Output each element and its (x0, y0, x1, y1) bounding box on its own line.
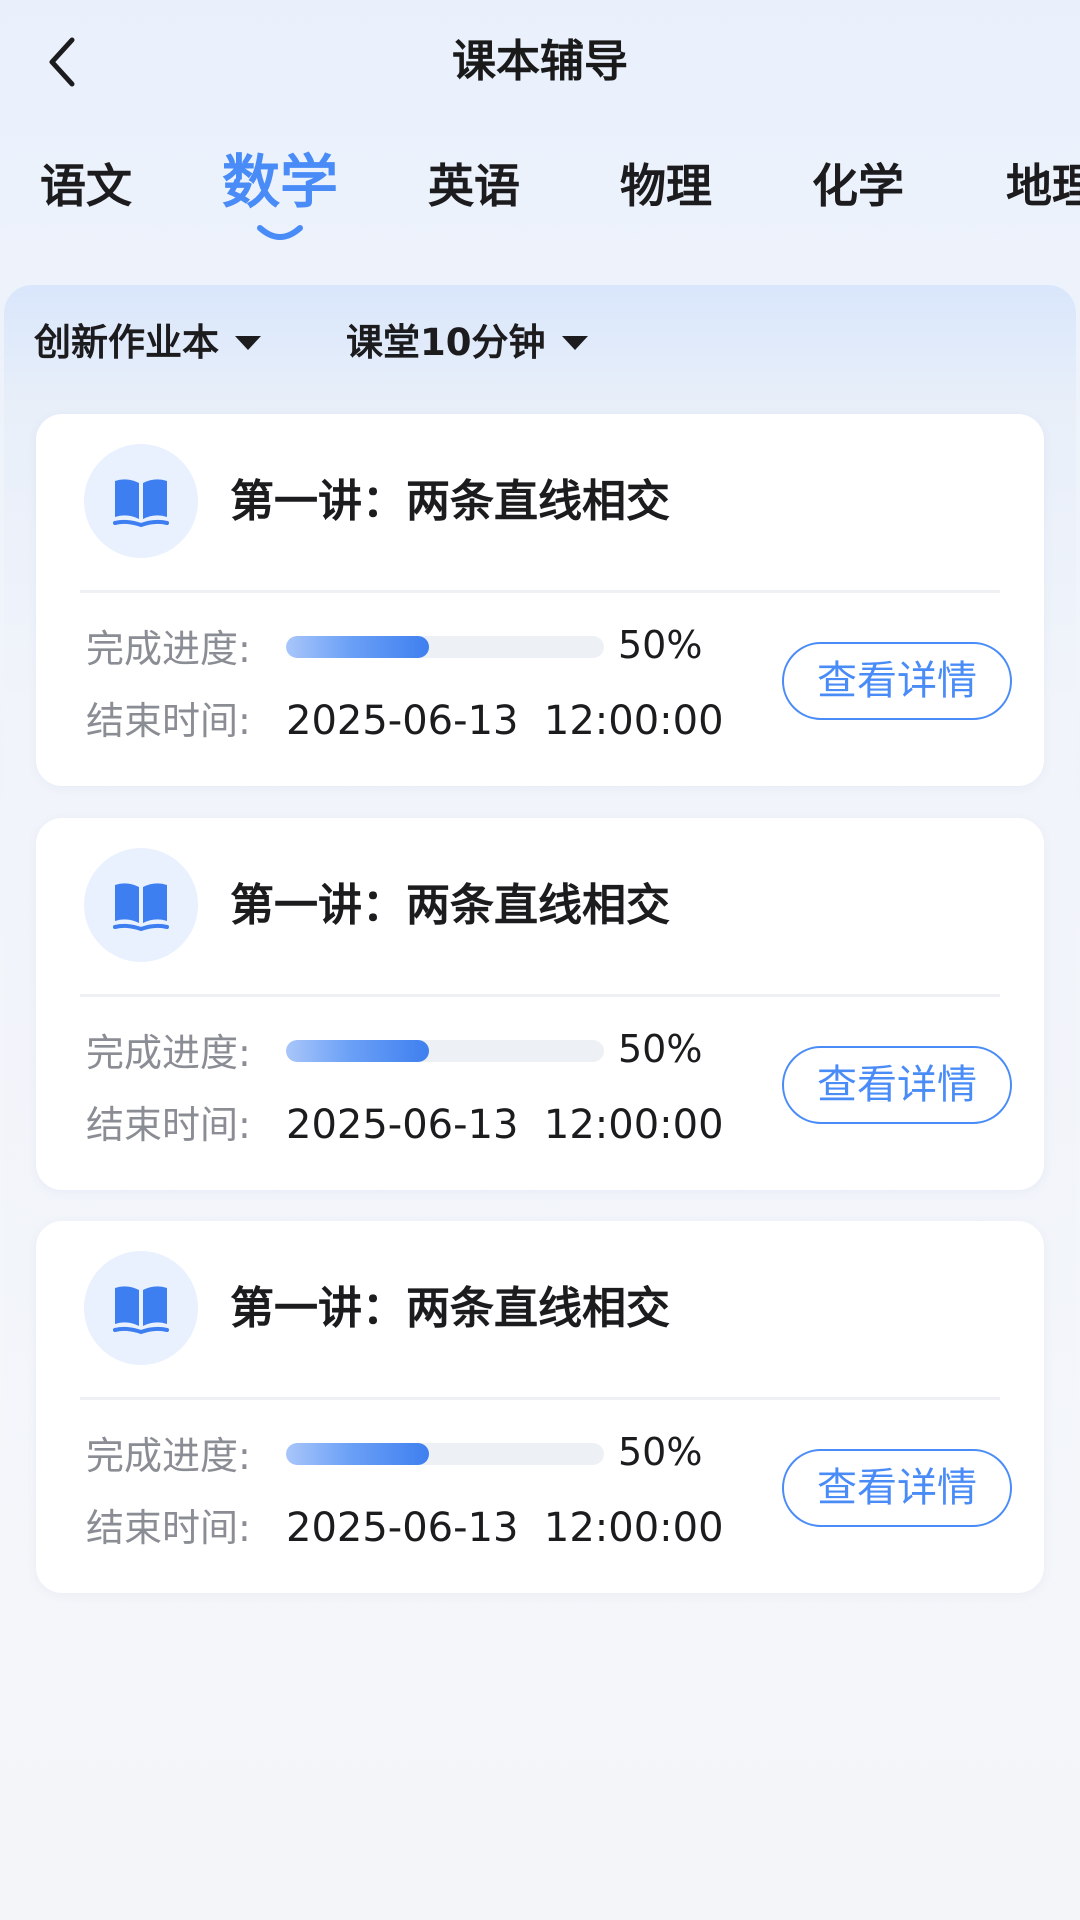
tab-english[interactable]: 英语 (428, 140, 520, 260)
lesson-title: 第一讲：两条直线相交 (230, 476, 670, 527)
tab-chinese[interactable]: 语文 (40, 140, 132, 260)
tab-label: 地理 (1006, 159, 1080, 213)
progress-fill (286, 636, 430, 658)
divider (80, 590, 1000, 593)
tab-label: 数学 (222, 148, 339, 216)
end-time-value: 2025-06-13 12:00:00 (286, 1505, 724, 1551)
progress-bar (286, 636, 604, 658)
lesson-card: 第一讲：两条直线相交 完成进度: 50% 结束时间: 2025-06-13 12… (36, 818, 1044, 1190)
end-time-label: 结束时间: (86, 699, 251, 743)
view-details-button[interactable]: 查看详情 (782, 642, 1012, 720)
progress-bar (286, 1040, 604, 1062)
tab-physics[interactable]: 物理 (620, 140, 712, 260)
active-tab-indicator (257, 225, 303, 240)
progress-bar (286, 1443, 604, 1465)
end-time-label: 结束时间: (86, 1506, 251, 1550)
filter-label: 创新作业本 (34, 321, 219, 364)
header: 课本辅导 (0, 0, 1080, 124)
filter-lesson-dropdown[interactable]: 课堂10分钟 (346, 313, 588, 373)
open-book-icon (84, 848, 198, 962)
tab-label: 英语 (428, 159, 520, 213)
filter-label: 课堂10分钟 (346, 321, 546, 364)
tab-label: 化学 (812, 159, 904, 213)
progress-label: 完成进度: (86, 1031, 251, 1075)
open-book-icon (84, 444, 198, 558)
progress-percent: 50% (618, 623, 703, 667)
lesson-title: 第一讲：两条直线相交 (230, 880, 670, 931)
lesson-card: 第一讲：两条直线相交 完成进度: 50% 结束时间: 2025-06-13 12… (36, 1221, 1044, 1593)
page-title: 课本辅导 (452, 36, 628, 87)
filter-workbook-dropdown[interactable]: 创新作业本 (34, 313, 261, 373)
tab-chemistry[interactable]: 化学 (812, 140, 904, 260)
tab-geography[interactable]: 地理 (1006, 140, 1080, 260)
caret-down-icon (561, 335, 588, 350)
divider (80, 994, 1000, 997)
view-details-button[interactable]: 查看详情 (782, 1046, 1012, 1124)
open-book-icon (84, 1251, 198, 1365)
progress-label: 完成进度: (86, 1434, 251, 1478)
end-time-label: 结束时间: (86, 1103, 251, 1147)
end-time-value: 2025-06-13 12:00:00 (286, 1102, 724, 1148)
progress-percent: 50% (618, 1027, 703, 1071)
lesson-title: 第一讲：两条直线相交 (230, 1283, 670, 1334)
lesson-card: 第一讲：两条直线相交 完成进度: 50% 结束时间: 2025-06-13 12… (36, 414, 1044, 786)
progress-percent: 50% (618, 1430, 703, 1474)
tab-label: 语文 (40, 159, 132, 213)
caret-down-icon (235, 335, 261, 350)
progress-fill (286, 1443, 430, 1465)
tab-label: 物理 (620, 159, 712, 213)
subject-tabs: 语文 数学 英语 物理 化学 地理 (0, 140, 1080, 260)
progress-fill (286, 1040, 430, 1062)
divider (80, 1397, 1000, 1400)
end-time-value: 2025-06-13 12:00:00 (286, 698, 724, 744)
view-details-button[interactable]: 查看详情 (782, 1449, 1012, 1527)
progress-label: 完成进度: (86, 627, 251, 671)
tab-math[interactable]: 数学 (222, 140, 338, 260)
